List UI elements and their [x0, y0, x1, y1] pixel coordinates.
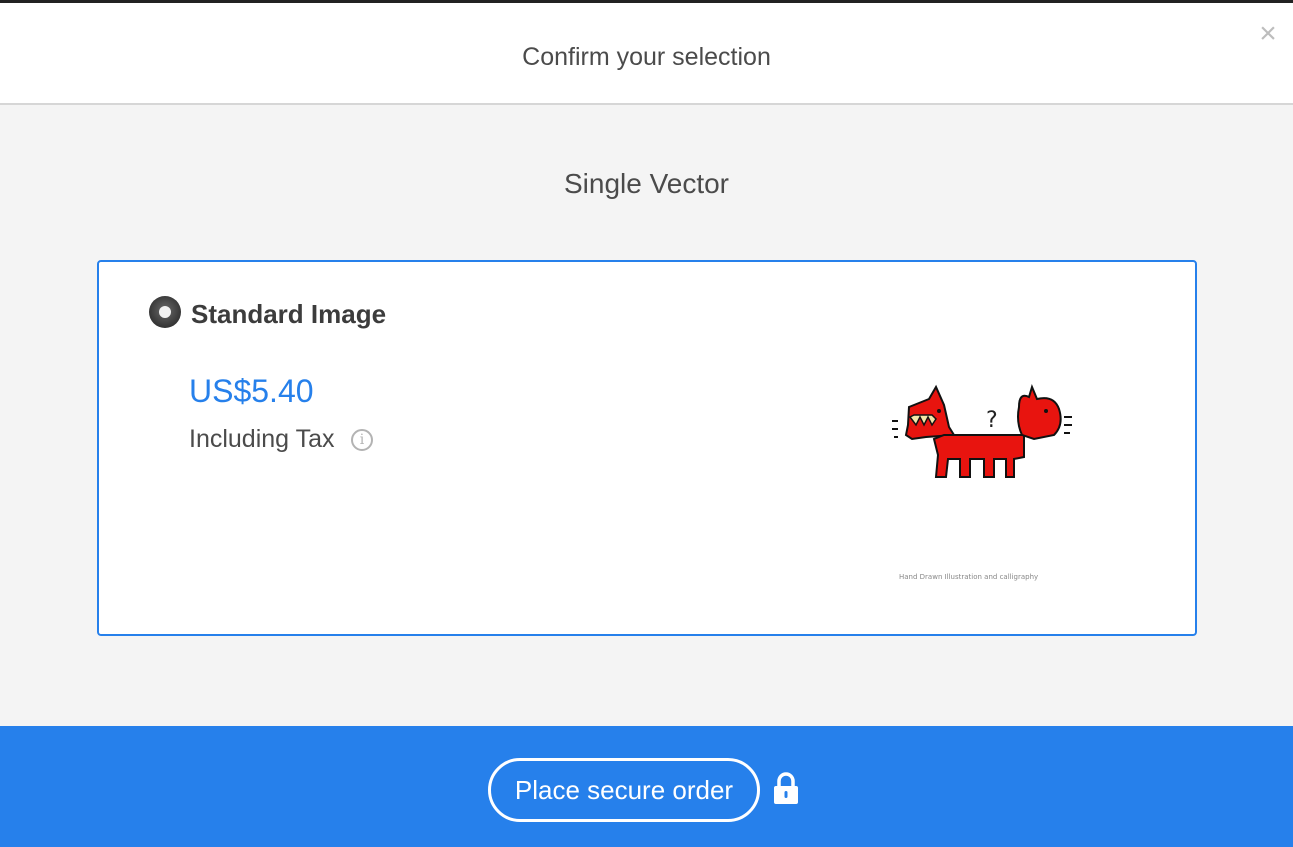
tax-label: Including Tax — [189, 425, 335, 453]
standard-image-option-card[interactable]: Standard Image US$5.40 Including Tax i ? — [97, 260, 1197, 636]
image-thumbnail: ? Hand Drawn Illustration and calligraph… — [892, 384, 1072, 581]
dialog-body: Single Vector Standard Image US$5.40 Inc… — [0, 105, 1293, 726]
thumbnail-caption: Hand Drawn Illustration and calligraphy — [899, 573, 1038, 581]
lock-icon — [774, 772, 798, 804]
close-icon[interactable]: × — [1255, 19, 1281, 49]
info-icon[interactable]: i — [351, 429, 373, 451]
price-value: US$5.40 — [189, 373, 314, 409]
standard-image-radio[interactable] — [149, 296, 181, 328]
dialog-title: Confirm your selection — [522, 43, 771, 71]
option-label: Standard Image — [191, 299, 387, 329]
license-section-title: Single Vector — [564, 168, 729, 199]
dialog-footer: Place secure order — [0, 726, 1293, 847]
dialog-header: Confirm your selection × — [0, 3, 1293, 105]
svg-text:?: ? — [986, 408, 998, 433]
place-secure-order-button[interactable]: Place secure order — [488, 758, 760, 822]
